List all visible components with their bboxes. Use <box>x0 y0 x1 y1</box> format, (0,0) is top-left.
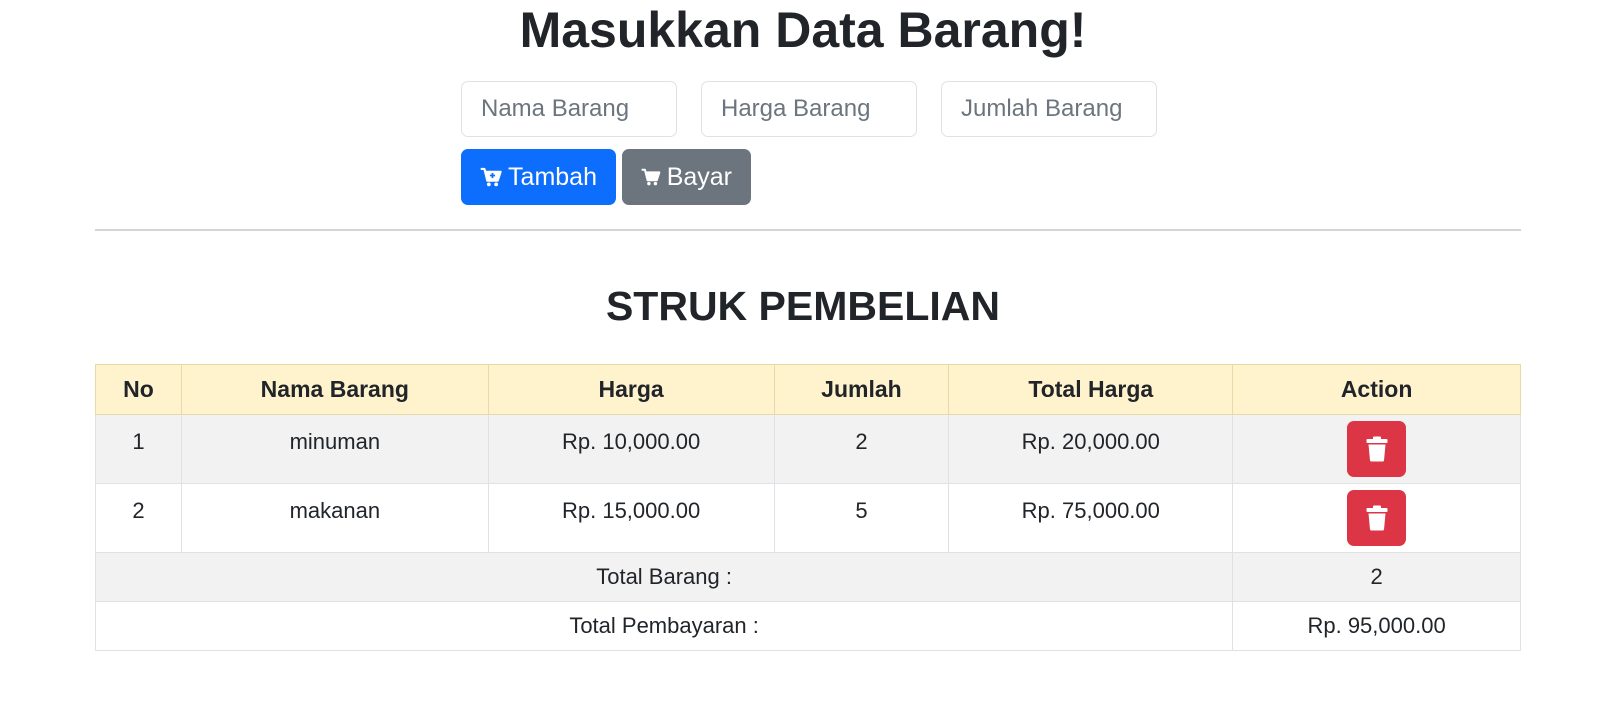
cell-total: Rp. 75,000.00 <box>948 483 1234 553</box>
pay-button-label: Bayar <box>666 162 732 191</box>
cell-name: minuman <box>180 414 489 484</box>
total-items-label: Total Barang : <box>94 552 1234 602</box>
cell-price: Rp. 10,000.00 <box>487 414 775 484</box>
cell-no: 1 <box>95 414 182 484</box>
total-payment-value: Rp. 95,000.00 <box>1232 601 1521 651</box>
column-header-quantity: Jumlah <box>773 364 950 415</box>
receipt-title: STRUK PEMBELIAN <box>605 283 1001 329</box>
cell-no: 2 <box>95 483 182 553</box>
total-items-value: 2 <box>1232 552 1521 602</box>
table-row: 2 makanan Rp. 15,000.00 5 Rp. 75,000.00 <box>95 483 1521 553</box>
cell-total: Rp. 20,000.00 <box>948 414 1234 484</box>
delete-button[interactable] <box>1347 490 1407 546</box>
divider <box>95 229 1521 231</box>
total-payment-label: Total Pembayaran : <box>94 601 1234 651</box>
total-items-row: Total Barang : 2 <box>94 552 1521 602</box>
item-name-input[interactable] <box>461 81 677 137</box>
add-button-label: Tambah <box>508 162 597 191</box>
cell-quantity: 2 <box>773 414 950 484</box>
column-header-total: Total Harga <box>948 364 1234 415</box>
table-row: 1 minuman Rp. 10,000.00 2 Rp. 20,000.00 <box>95 414 1521 484</box>
button-row: Tambah Bayar <box>461 149 757 205</box>
cell-price: Rp. 15,000.00 <box>487 483 775 553</box>
trash-icon <box>1366 505 1388 531</box>
column-header-action: Action <box>1232 364 1521 415</box>
cell-name: makanan <box>180 483 489 553</box>
cell-action <box>1232 483 1521 553</box>
input-row <box>461 81 1181 137</box>
cell-quantity: 5 <box>773 483 950 553</box>
cart-icon <box>641 168 661 186</box>
receipt-table: No Nama Barang Harga Jumlah Total Harga … <box>94 364 1521 651</box>
total-payment-row: Total Pembayaran : Rp. 95,000.00 <box>94 601 1521 651</box>
item-price-input[interactable] <box>701 81 917 137</box>
pay-button[interactable]: Bayar <box>622 149 751 205</box>
delete-button[interactable] <box>1347 421 1407 477</box>
cart-plus-icon <box>480 167 502 187</box>
column-header-price: Harga <box>487 364 775 415</box>
column-header-name: Nama Barang <box>180 364 489 415</box>
column-header-no: No <box>95 364 182 415</box>
page-title: Masukkan Data Barang! <box>519 2 1087 58</box>
cell-action <box>1232 414 1521 484</box>
item-quantity-input[interactable] <box>941 81 1157 137</box>
add-button[interactable]: Tambah <box>461 149 616 205</box>
table-header-row: No Nama Barang Harga Jumlah Total Harga … <box>95 364 1521 415</box>
trash-icon <box>1366 436 1388 462</box>
